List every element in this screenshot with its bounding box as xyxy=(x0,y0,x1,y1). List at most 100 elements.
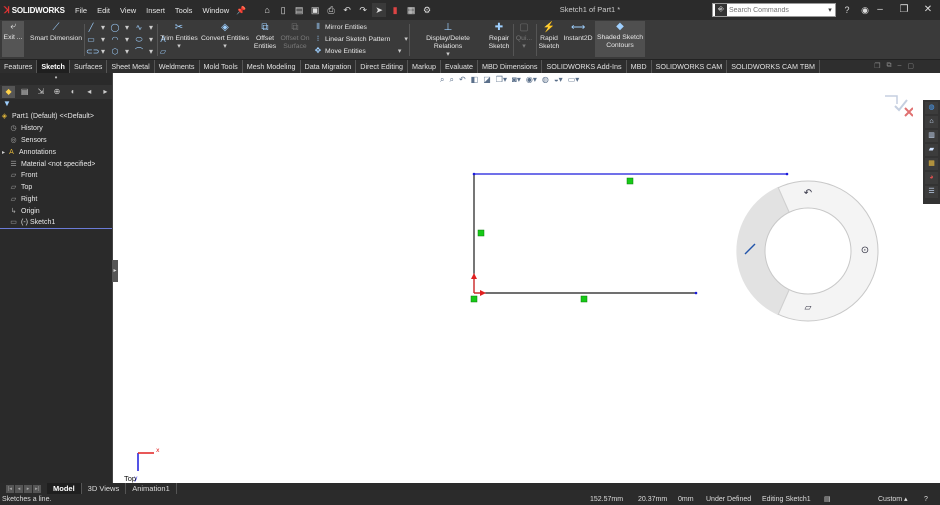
rectangle-tool-icon[interactable]: ▱ xyxy=(805,303,812,313)
custom-properties-icon[interactable]: ☰ xyxy=(925,186,938,198)
help-icon[interactable]: ? xyxy=(840,3,854,17)
exit-sketch-corner-icon[interactable] xyxy=(885,95,898,104)
restore-icon[interactable]: ❐ xyxy=(892,0,916,20)
shaded-sketch-contours-button[interactable]: ◆ Shaded Sketch Contours xyxy=(595,21,645,57)
convert-entities-button[interactable]: ◈ Convert Entities ▾ xyxy=(200,22,250,51)
new-document-icon[interactable]: ▯ xyxy=(276,3,290,17)
sketch-endpoint[interactable] xyxy=(694,291,698,295)
traffic-light-icon[interactable]: ▮ xyxy=(388,3,402,17)
tree-item-annotations[interactable]: ▸ A Annotations xyxy=(0,146,112,158)
configuration-manager-tab-icon[interactable]: ⇲ xyxy=(34,86,47,98)
spline-icon[interactable]: ∿ xyxy=(134,23,144,33)
tree-item-right-plane[interactable]: ▱ Right xyxy=(0,194,112,206)
restore-doc-icon[interactable]: ⧉ xyxy=(886,62,891,70)
arc-icon[interactable]: ◠ xyxy=(110,35,120,45)
tab-weldments[interactable]: Weldments xyxy=(155,60,200,73)
arc-tool-icon[interactable]: ↶ xyxy=(804,188,812,199)
tab-direct-editing[interactable]: Direct Editing xyxy=(356,60,408,73)
menu-tools[interactable]: Tools xyxy=(170,6,198,15)
chevron-down-icon[interactable]: ▾ xyxy=(825,6,835,14)
menu-window[interactable]: Window xyxy=(197,6,234,15)
open-icon[interactable]: ▤ xyxy=(292,3,306,17)
tree-item-sensors[interactable]: ◎ Sensors xyxy=(0,135,112,147)
menu-view[interactable]: View xyxy=(115,6,141,15)
select-arrow-icon[interactable]: ➤ xyxy=(372,3,387,17)
slot-dropdown-icon[interactable]: ▾ xyxy=(98,47,108,57)
redo-icon[interactable]: ↷ xyxy=(356,3,370,17)
chevron-down-icon[interactable]: ▾ xyxy=(404,35,407,43)
tab-sketch[interactable]: Sketch xyxy=(37,60,70,73)
line-icon[interactable]: ╱ xyxy=(86,23,96,33)
pin-icon[interactable]: 📌 xyxy=(236,6,246,15)
view-palette-icon[interactable]: ▦ xyxy=(925,158,938,170)
display-manager-tab-icon[interactable]: ◐ xyxy=(67,86,80,98)
tab-sheet-metal[interactable]: Sheet Metal xyxy=(107,60,155,73)
coincident-relation-icon[interactable] xyxy=(470,295,478,303)
horizontal-relation-icon[interactable] xyxy=(580,295,588,303)
minimize-icon[interactable]: – xyxy=(868,0,892,20)
design-library-icon[interactable]: ⌂ xyxy=(925,116,938,128)
minimize-doc-icon[interactable]: – xyxy=(897,62,901,70)
print-icon[interactable]: ⎙ xyxy=(324,3,338,17)
appearances-icon[interactable]: ◕ xyxy=(925,172,938,184)
property-manager-tab-icon[interactable]: ▤ xyxy=(18,86,31,98)
tab-mesh-modeling[interactable]: Mesh Modeling xyxy=(243,60,301,73)
tree-item-root[interactable]: ◈ Part1 (Default) <<Default> xyxy=(0,111,112,123)
last-tab-icon[interactable]: ▸| xyxy=(33,484,41,493)
tab-mold-tools[interactable]: Mold Tools xyxy=(200,60,243,73)
file-explorer-icon[interactable]: ▥ xyxy=(925,130,938,142)
move-entities-button[interactable]: ✥ Move Entities ▾ xyxy=(313,46,402,56)
cancel-sketch-corner-icon[interactable] xyxy=(904,107,913,117)
circle-dropdown-icon[interactable]: ▾ xyxy=(122,23,132,33)
tab-3d-views[interactable]: 3D Views xyxy=(82,483,127,494)
circle-tool-icon[interactable]: ⊙ xyxy=(861,245,869,256)
undo-icon[interactable]: ↶ xyxy=(340,3,354,17)
fillet-dropdown-icon[interactable]: ▾ xyxy=(146,47,156,57)
tab-surfaces[interactable]: Surfaces xyxy=(70,60,108,73)
tree-item-top-plane[interactable]: ▱ Top xyxy=(0,182,112,194)
menu-edit[interactable]: Edit xyxy=(92,6,115,15)
rectangle-icon[interactable]: ▭ xyxy=(86,35,96,45)
status-units[interactable]: Custom xyxy=(878,494,902,505)
scroll-right-icon[interactable]: ▸ xyxy=(99,86,112,98)
home-icon[interactable]: ⌂ xyxy=(260,3,274,17)
tile-icon[interactable]: ❐ xyxy=(874,62,880,70)
dimxpert-tab-icon[interactable]: ⊕ xyxy=(50,86,63,98)
trim-entities-button[interactable]: ✂ Trim Entities ▾ xyxy=(160,22,198,51)
search-commands[interactable]: ⎆ ▾ xyxy=(712,3,836,17)
tree-item-sketch1[interactable]: ▭ (-) Sketch1 xyxy=(0,217,112,229)
tab-solidworks-add-ins[interactable]: SOLIDWORKS Add-Ins xyxy=(542,60,627,73)
offset-on-surface-button[interactable]: ⧉ Offset On Surface xyxy=(280,22,310,51)
tab-solidworks-cam[interactable]: SOLIDWORKS CAM xyxy=(652,60,728,73)
tab-markup[interactable]: Markup xyxy=(408,60,441,73)
tree-item-history[interactable]: ◷ History xyxy=(0,123,112,135)
line-dropdown-icon[interactable]: ▾ xyxy=(98,23,108,33)
scroll-left-icon[interactable]: ◂ xyxy=(83,86,96,98)
tree-item-material[interactable]: ☰ Material <not specified> xyxy=(0,158,112,170)
quick-snaps-button[interactable]: ▢ Qui... ▾ xyxy=(514,22,534,51)
file-properties-icon[interactable]: ▦ xyxy=(404,3,418,17)
linear-sketch-pattern-button[interactable]: ⁝ Linear Sketch Pattern ▾ xyxy=(313,34,408,44)
exit-sketch-button[interactable]: ⤶ Exit ... xyxy=(2,21,24,57)
panel-grip-icon[interactable]: • xyxy=(0,73,112,85)
tab-features[interactable]: Features xyxy=(0,60,38,73)
filter-icon[interactable]: ▼ xyxy=(0,99,112,111)
folder-icon[interactable]: ▰ xyxy=(925,144,938,156)
save-icon[interactable]: ▣ xyxy=(308,3,322,17)
vertical-relation-icon[interactable] xyxy=(477,229,485,237)
tree-item-front-plane[interactable]: ▱ Front xyxy=(0,170,112,182)
rectangle-dropdown-icon[interactable]: ▾ xyxy=(98,35,108,45)
display-delete-relations-button[interactable]: ⊥ Display/Delete Relations ▾ xyxy=(411,22,485,59)
rebuild-icon[interactable]: ▤ xyxy=(824,494,831,505)
arc-dropdown-icon[interactable]: ▾ xyxy=(122,35,132,45)
expand-caret-icon[interactable]: ▸ xyxy=(0,149,7,156)
smart-dimension-button[interactable]: ⟋ Smart Dimension xyxy=(28,22,84,43)
ellipse-icon[interactable]: ⬭ xyxy=(134,35,144,45)
tab-mbd-dimensions[interactable]: MBD Dimensions xyxy=(478,60,543,73)
solidworks-logo[interactable]: ꓘ SOLIDWORKS xyxy=(0,5,66,16)
horizontal-relation-icon[interactable] xyxy=(626,177,634,185)
tab-model[interactable]: Model xyxy=(47,483,82,494)
search-input[interactable] xyxy=(729,6,825,14)
tab-solidworks-cam-tbm[interactable]: SOLIDWORKS CAM TBM xyxy=(727,60,820,73)
polygon-icon[interactable]: ⬡ xyxy=(110,47,120,57)
